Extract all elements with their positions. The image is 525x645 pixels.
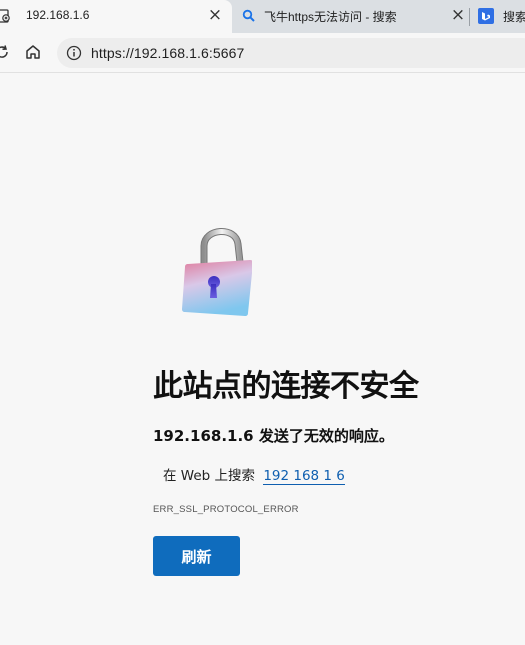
info-icon[interactable] bbox=[66, 45, 82, 61]
toolbar: https://192.168.1.6:5667 bbox=[0, 33, 525, 73]
web-search-line: 在 Web 上搜索 192 168 1 6 bbox=[163, 464, 345, 485]
address-bar[interactable]: https://192.168.1.6:5667 bbox=[57, 38, 525, 68]
error-description: 192.168.1.6 发送了无效的响应。 bbox=[153, 427, 394, 445]
search-icon bbox=[242, 9, 255, 22]
tab-title: 飞牛https无法访问 - 搜索 bbox=[264, 10, 397, 24]
search-prefix: 在 Web 上搜索 bbox=[163, 468, 256, 484]
broken-lock-page-icon bbox=[0, 9, 10, 23]
page-title: 此站点的连接不安全 bbox=[153, 369, 419, 404]
error-code: ERR_SSL_PROTOCOL_ERROR bbox=[153, 504, 299, 515]
tab-strip: 192.168.1.6 × 飞牛https无法访问 - 搜索 × 搜索 bbox=[0, 0, 525, 33]
error-page: 此站点的连接不安全 192.168.1.6 发送了无效的响应。 在 Web 上搜… bbox=[0, 74, 525, 645]
tab-title: 搜索 bbox=[503, 10, 525, 24]
close-tab-icon[interactable]: × bbox=[207, 7, 223, 24]
tab-title: 192.168.1.6 bbox=[26, 8, 90, 22]
bing-icon bbox=[478, 8, 494, 24]
tab-search[interactable]: 飞牛https无法访问 - 搜索 × bbox=[232, 0, 468, 33]
tab-bing[interactable]: 搜索 bbox=[470, 0, 525, 33]
close-tab-icon[interactable]: × bbox=[450, 7, 466, 24]
address-url[interactable]: https://192.168.1.6:5667 bbox=[91, 45, 244, 61]
reload-button[interactable]: 刷新 bbox=[153, 536, 240, 576]
home-icon[interactable] bbox=[22, 41, 44, 63]
web-search-link[interactable]: 192 168 1 6 bbox=[263, 468, 345, 485]
reload-icon[interactable] bbox=[0, 41, 13, 63]
tab-active[interactable]: 192.168.1.6 × bbox=[0, 0, 232, 33]
